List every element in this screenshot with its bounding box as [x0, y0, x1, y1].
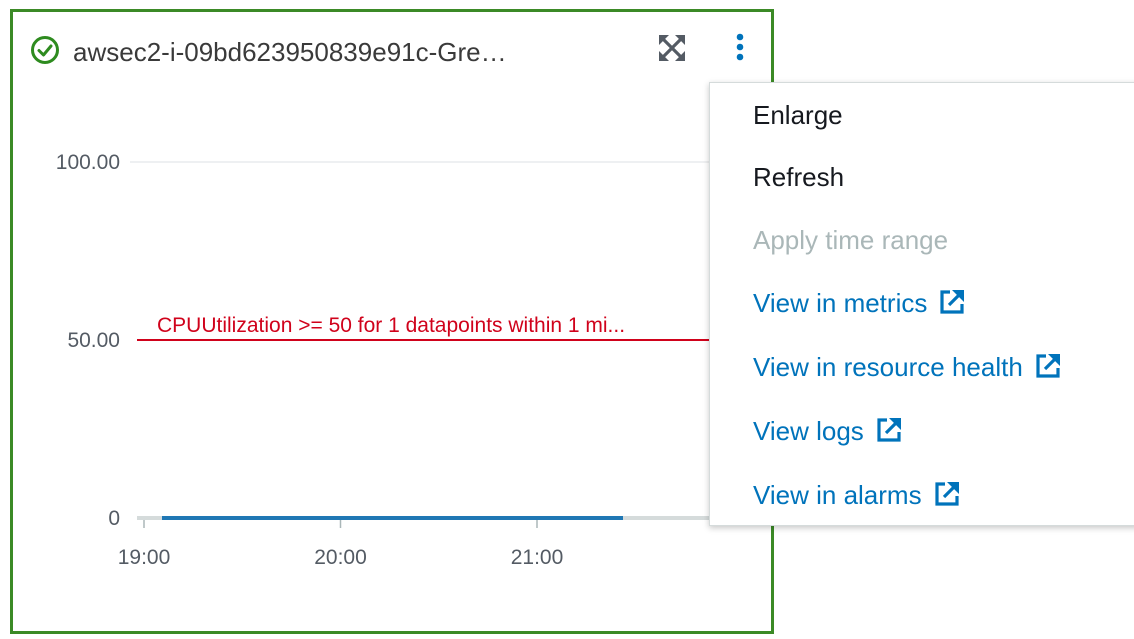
menu-item-label: Apply time range: [753, 225, 949, 255]
menu-item-label: View in metrics: [753, 288, 928, 318]
menu-item-apply-time-range: Apply time range: [753, 220, 948, 260]
metric-chart: 0 50.00 100.00 19:00 20:00 21:00 CPUUtilizat…: [56, 151, 713, 569]
menu-item-label: View in alarms: [753, 480, 922, 510]
menu-item-refresh[interactable]: Refresh: [753, 157, 844, 197]
y-tick-label: 50.00: [67, 329, 120, 352]
external-link-icon: [877, 418, 901, 442]
menu-item-view-logs[interactable]: View logs: [753, 411, 904, 451]
menu-item-view-in-metrics[interactable]: View in metrics: [753, 283, 967, 323]
x-tick-label: 19:00: [118, 546, 171, 569]
x-tick-label: 20:00: [314, 546, 367, 569]
menu-item-enlarge[interactable]: Enlarge: [753, 95, 843, 135]
menu-item-label: Enlarge: [753, 100, 843, 130]
menu-item-label: Refresh: [753, 162, 845, 192]
menu-item-view-in-alarms[interactable]: View in alarms: [753, 475, 962, 515]
external-link-icon: [1036, 354, 1060, 378]
x-tick-label: 21:00: [511, 546, 564, 569]
threshold-label: CPUUtilization >= 50 for 1 datapoints wi…: [157, 314, 625, 337]
metric-widget: awsec2-i-09bd623950839e91c-Gre… 0 50.00 10…: [10, 9, 774, 634]
external-link-icon: [934, 482, 959, 506]
menu-item-label: View in resource health: [753, 352, 1023, 382]
menu-item-view-in-resource-health[interactable]: View in resource health: [753, 347, 1063, 387]
external-link-icon: [940, 290, 965, 314]
y-tick-label: 100.00: [56, 151, 120, 174]
menu-item-label: View logs: [753, 416, 864, 446]
widget-actions-menu: Enlarge Refresh Apply time range View in me…: [709, 82, 1134, 526]
y-tick-label: 0: [108, 507, 120, 530]
